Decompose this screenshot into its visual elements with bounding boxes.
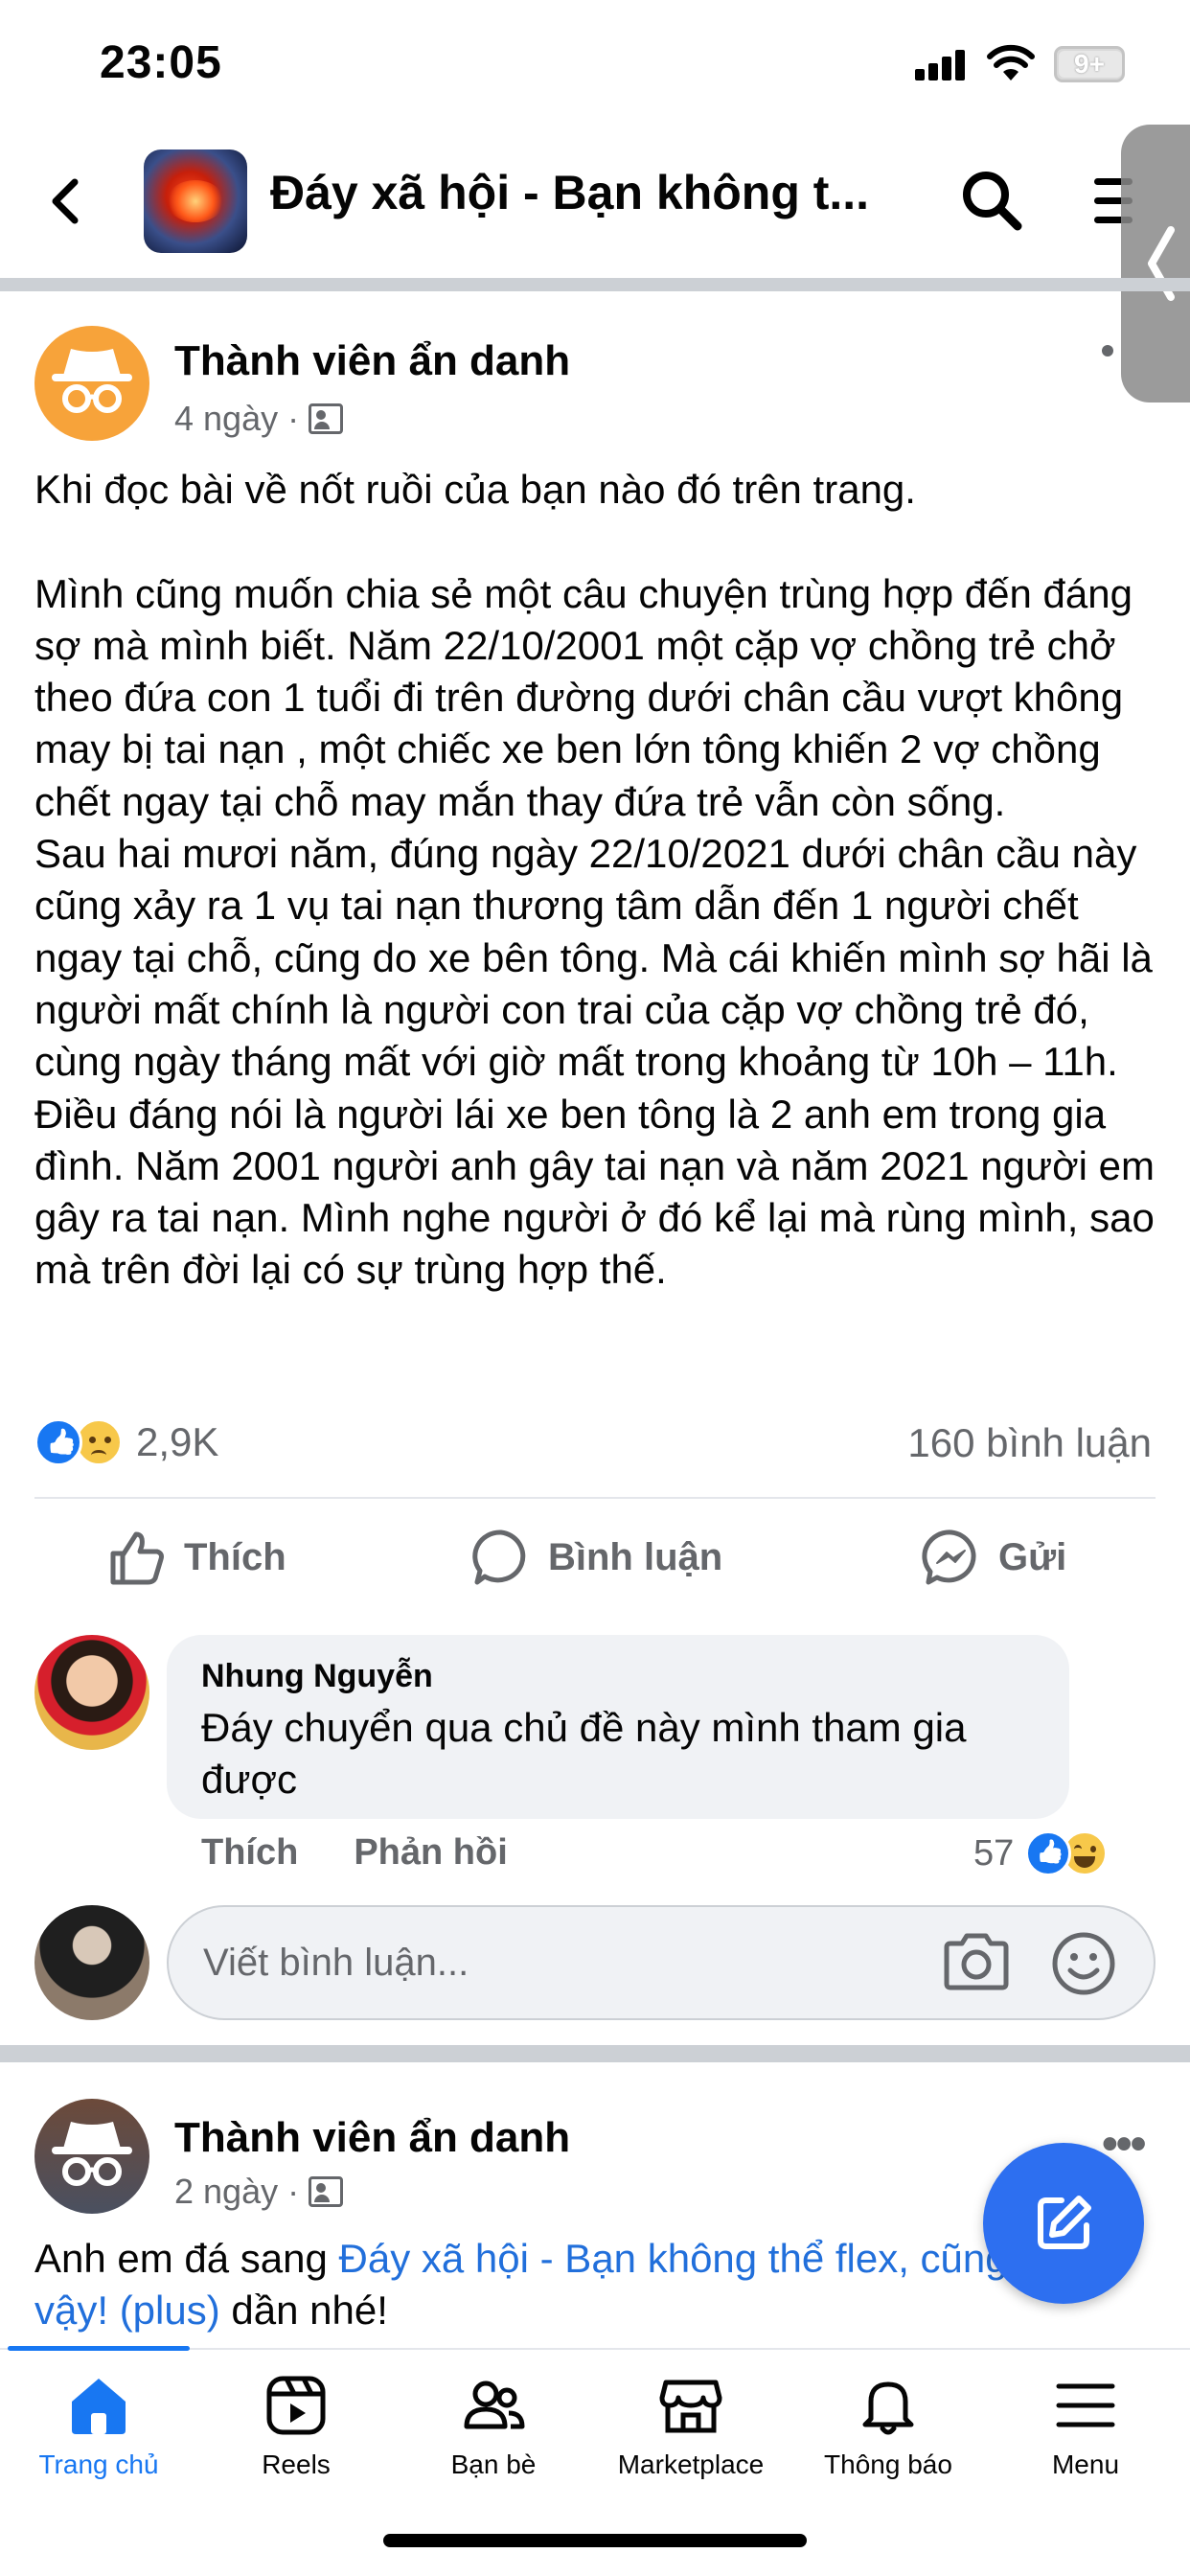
tab-label: Thông báo <box>824 2450 952 2479</box>
wifi-icon <box>987 44 1035 80</box>
tab-label: Reels <box>262 2450 331 2479</box>
compose-post-button[interactable] <box>983 2143 1144 2304</box>
camera-icon[interactable] <box>941 1930 1012 1993</box>
tab-label: Bạn bè <box>450 2450 537 2479</box>
post-body: Khi đọc bài về nốt ruồi của bạn nào đó t… <box>34 467 1156 1293</box>
tab-notifications[interactable]: Thông báo <box>790 2371 987 2505</box>
tab-label: Marketplace <box>617 2450 765 2479</box>
friends-icon <box>464 2380 525 2429</box>
comment-label: Bình luận <box>548 1535 723 1578</box>
comment-button[interactable]: Bình luận <box>471 1519 722 1596</box>
messenger-icon <box>922 1530 976 1585</box>
post-meta: 4 ngày · <box>174 399 344 439</box>
commenter-avatar[interactable] <box>34 1635 149 1750</box>
post-more-button[interactable] <box>1102 345 1113 356</box>
post-separator <box>0 2045 1190 2062</box>
search-icon[interactable] <box>958 167 1025 234</box>
anonymous-avatar[interactable] <box>34 2099 149 2214</box>
chevron-left-icon <box>1148 226 1175 301</box>
divider <box>34 1497 1156 1499</box>
tab-home[interactable]: Trang chủ <box>0 2371 197 2505</box>
side-pull-tab[interactable] <box>1121 125 1190 402</box>
comment-reply-button[interactable]: Phản hồi <box>354 1832 507 1873</box>
commenter-name[interactable]: Nhung Nguyễn <box>201 1658 433 1695</box>
comment-bubble-icon <box>472 1530 526 1585</box>
post-time[interactable]: 2 ngày <box>174 2172 278 2212</box>
reaction-summary[interactable]: 2,9K <box>34 1418 218 1466</box>
my-avatar[interactable] <box>34 1905 149 2020</box>
reaction-count: 2,9K <box>136 1419 219 1464</box>
home-icon <box>72 2379 126 2434</box>
post-author[interactable]: Thành viên ẩn danh <box>174 337 570 385</box>
marketplace-icon <box>659 2380 722 2433</box>
comment-actions: Thích Phản hồi <box>201 1832 563 1874</box>
tab-label: Trang chủ <box>38 2450 159 2479</box>
like-reaction-icon <box>1025 1830 1072 1876</box>
group-title[interactable]: Đáy xã hội - Bạn không t... <box>270 165 883 220</box>
send-button[interactable]: Gửi <box>922 1519 1066 1596</box>
tab-menu[interactable]: Menu <box>987 2371 1184 2505</box>
divider <box>0 278 1190 291</box>
reels-icon <box>266 2376 326 2435</box>
battery-level: 9+ <box>1074 49 1105 79</box>
active-tab-indicator <box>8 2346 190 2351</box>
comment-count[interactable]: 160 bình luận <box>907 1420 1152 1466</box>
comment-input[interactable] <box>203 1907 874 2018</box>
group-avatar[interactable] <box>144 150 247 253</box>
like-button[interactable]: Thích <box>107 1519 286 1596</box>
post-text: dần nhé! <box>219 2288 388 2333</box>
like-reaction-icon <box>34 1418 82 1466</box>
home-indicator <box>383 2534 807 2547</box>
menu-icon <box>1056 2383 1115 2427</box>
comment-like-button[interactable]: Thích <box>201 1832 298 1873</box>
cellular-signal-icon <box>915 50 965 80</box>
emoji-icon[interactable] <box>1050 1930 1117 1997</box>
post-meta: 2 ngày · <box>174 2172 344 2212</box>
status-time: 23:05 <box>100 37 222 88</box>
post-text: Anh em đá sang <box>34 2236 339 2281</box>
tab-reels[interactable]: Reels <box>197 2371 395 2505</box>
status-bar: 23:05 9+ <box>0 0 1190 125</box>
tab-label: Menu <box>1051 2450 1120 2479</box>
meta-separator: · <box>287 399 300 438</box>
tab-marketplace[interactable]: Marketplace <box>592 2371 790 2505</box>
comment-input-box[interactable] <box>167 1905 1156 2020</box>
comment-bubble[interactable]: Nhung Nguyễn Đáy chuyển qua chủ đề này m… <box>167 1635 1069 1819</box>
group-header: Đáy xã hội - Bạn không t... <box>0 125 1190 278</box>
post-author[interactable]: Thành viên ẩn danh <box>174 2114 570 2162</box>
bell-icon <box>862 2381 914 2435</box>
post-body: Anh em đá sang Đáy xã hội - Bạn không th… <box>34 2233 1088 2336</box>
comment-reaction-count: 57 <box>973 1832 1015 1874</box>
edit-icon <box>1038 2196 1091 2249</box>
back-button[interactable] <box>38 172 96 230</box>
thumbs-up-icon <box>110 1531 164 1585</box>
meta-separator: · <box>287 2172 300 2211</box>
battery-icon: 9+ <box>1054 46 1125 82</box>
post-time[interactable]: 4 ngày <box>174 399 278 439</box>
anonymous-avatar[interactable] <box>34 326 149 441</box>
incognito-icon <box>52 349 132 413</box>
post-actions: Thích Bình luận Gửi <box>0 1519 1190 1596</box>
group-privacy-icon <box>309 403 344 434</box>
group-privacy-icon <box>309 2176 344 2207</box>
comment-text: Đáy chuyển qua chủ đề này mình tham gia … <box>201 1705 967 1802</box>
send-label: Gửi <box>998 1535 1067 1578</box>
like-label: Thích <box>184 1535 286 1578</box>
incognito-icon <box>52 2122 132 2186</box>
tab-friends[interactable]: Bạn bè <box>395 2371 592 2505</box>
comment-reactions[interactable]: 57 <box>973 1830 1109 1876</box>
